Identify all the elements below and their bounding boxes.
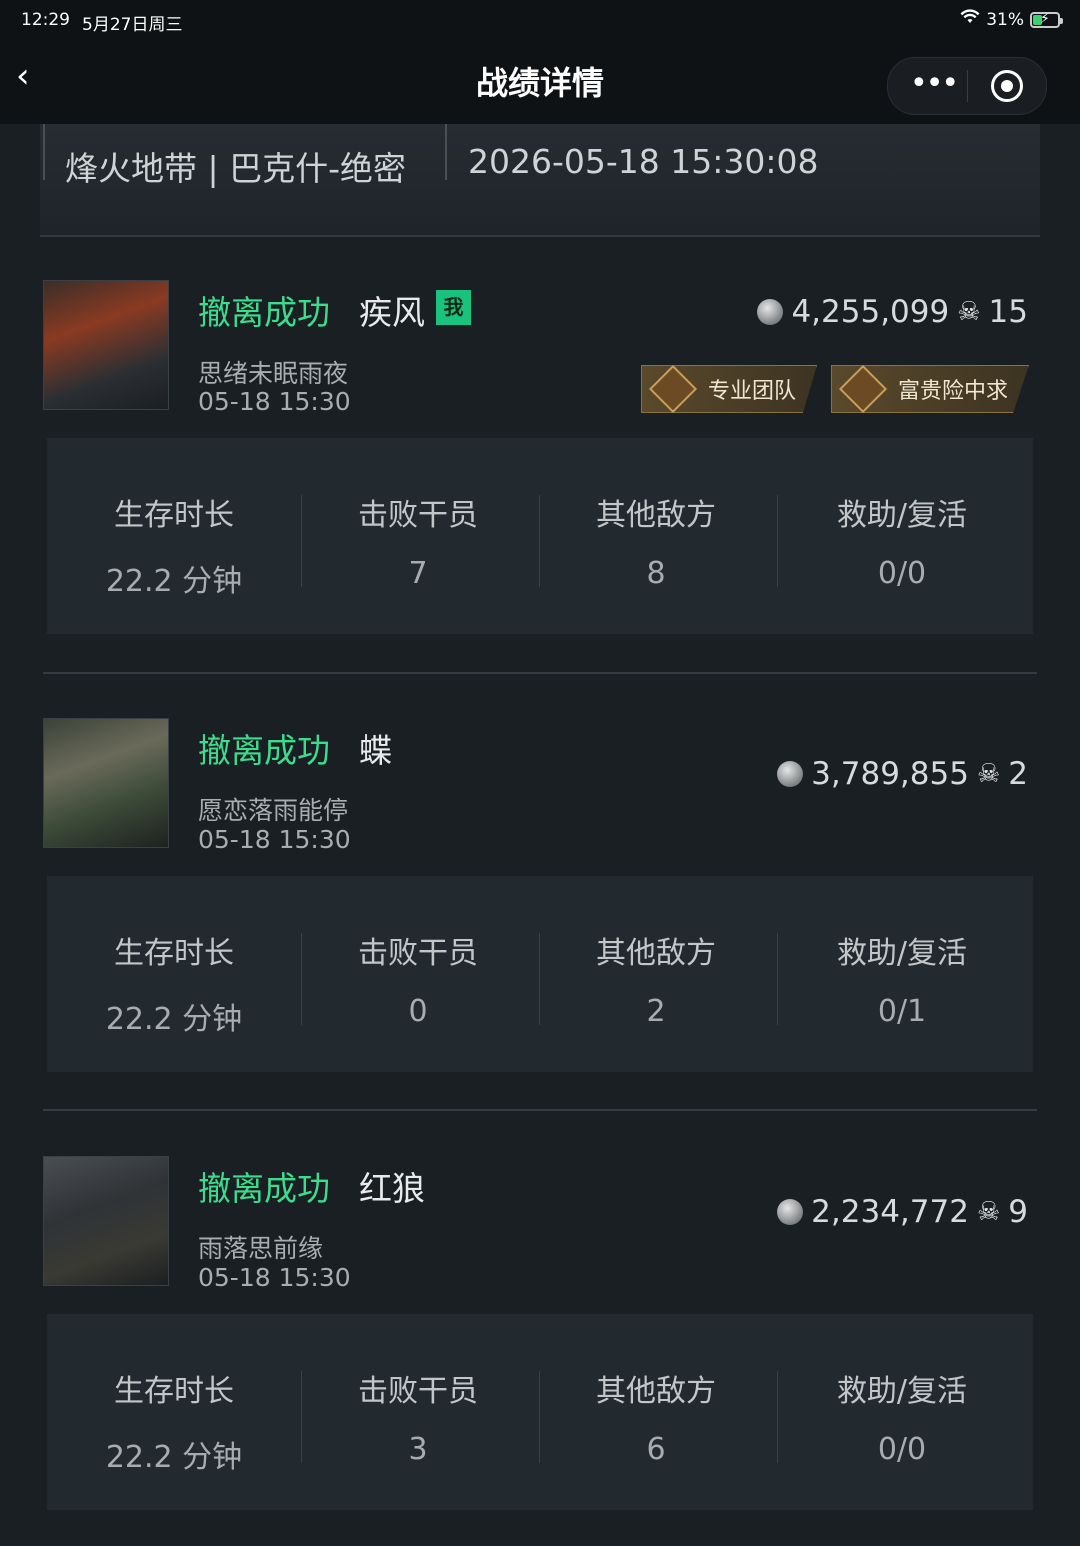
- badge-label: 专业团队: [707, 379, 796, 404]
- stat-label: 救助/复活: [836, 936, 968, 971]
- header-bar-left: [43, 124, 45, 180]
- battery-percent: 31%: [986, 9, 1024, 30]
- stat-label: 救助/复活: [836, 1374, 968, 1409]
- stat-value: 0/1: [877, 994, 927, 1029]
- stat-other-enemies: 其他敌方 8: [533, 438, 779, 634]
- status-date: 5月27日周三: [82, 15, 183, 35]
- stat-label: 其他敌方: [596, 498, 716, 533]
- coin-icon: [757, 299, 784, 325]
- stat-value: 8: [646, 556, 666, 591]
- stat-survival: 生存时长 22.2 分钟: [51, 438, 297, 634]
- stat-assist-revive: 救助/复活 0/1: [779, 876, 1025, 1072]
- stat-assist-revive: 救助/复活 0/0: [779, 1314, 1025, 1510]
- nav-bar: ‹ 战绩详情 •••: [0, 44, 1080, 124]
- capsule-divider: [967, 70, 968, 102]
- stat-divider: [777, 933, 778, 1025]
- stat-value: 3: [408, 1432, 428, 1467]
- player-score: 4,255,099 ☠ 15: [757, 294, 1028, 330]
- stat-value: 0/0: [877, 556, 927, 591]
- skull-icon: ☠: [976, 759, 1001, 789]
- header-bar-mid: [445, 124, 447, 180]
- player-time: 05-18 15:30: [198, 825, 351, 854]
- stat-label: 击败干员: [358, 936, 478, 971]
- stat-label: 生存时长: [114, 936, 234, 971]
- battery-icon: ⚡: [1030, 11, 1063, 28]
- skull-icon: ☠: [976, 1197, 1001, 1227]
- match-datetime: 2026-05-18 15:30:08: [468, 142, 819, 181]
- stat-value: 6: [646, 1432, 666, 1467]
- player-avatar: [43, 280, 169, 410]
- kill-count: 9: [1008, 1194, 1028, 1230]
- operator-name: 蝶: [359, 731, 392, 770]
- player-time: 05-18 15:30: [198, 387, 351, 416]
- section-divider: [43, 672, 1037, 674]
- player-score: 3,789,855 ☠ 2: [777, 756, 1028, 792]
- player-stats: 生存时长 22.2 分钟 击败干员 7 其他敌方 8 救助/复活 0/0: [47, 438, 1033, 634]
- status-bar: 12:29 5月27日周三 31% ⚡: [0, 0, 1080, 44]
- player-stats: 生存时长 22.2 分钟 击败干员 0 其他敌方 2 救助/复活 0/1: [47, 876, 1033, 1072]
- operator-name: 疾风: [359, 293, 425, 332]
- asset-value: 3,789,855: [811, 756, 969, 792]
- stat-divider: [777, 1371, 778, 1463]
- kill-count: 15: [988, 294, 1028, 330]
- stat-label: 生存时长: [114, 498, 234, 533]
- coin-icon: [777, 1199, 804, 1225]
- stat-label: 其他敌方: [596, 936, 716, 971]
- stat-other-enemies: 其他敌方 6: [533, 1314, 779, 1510]
- stat-value: 2: [646, 994, 666, 1029]
- stat-label: 击败干员: [358, 1374, 478, 1409]
- medal-icon: [648, 365, 698, 413]
- stat-divider: [777, 495, 778, 587]
- stat-operators-defeated: 击败干员 7: [295, 438, 541, 634]
- stat-label: 其他敌方: [596, 1374, 716, 1409]
- kill-count: 2: [1008, 756, 1028, 792]
- player-username: 思绪未眠雨夜: [198, 359, 349, 388]
- stat-value: 0: [408, 994, 428, 1029]
- badge-label: 富贵险中求: [897, 379, 1008, 404]
- extract-status: 撤离成功: [198, 293, 330, 332]
- more-icon[interactable]: •••: [910, 66, 959, 101]
- player-avatar: [43, 718, 169, 848]
- section-divider: [43, 1109, 1037, 1111]
- wifi-icon: [960, 9, 980, 30]
- player-username: 愿恋落雨能停: [198, 796, 349, 825]
- status-time: 12:29: [21, 10, 70, 30]
- match-header: 烽火地带 | 巴克什-绝密 2026-05-18 15:30:08: [40, 124, 1040, 237]
- stat-label: 击败干员: [358, 498, 478, 533]
- me-badge: 我: [436, 290, 471, 325]
- close-target-icon[interactable]: [991, 70, 1023, 102]
- player-time: 05-18 15:30: [198, 1263, 351, 1292]
- stat-value: 7: [408, 556, 428, 591]
- match-mode: 烽火地带 | 巴克什-绝密: [65, 149, 407, 188]
- badge-pro-team[interactable]: 专业团队: [640, 365, 817, 413]
- badge-fortune[interactable]: 富贵险中求: [830, 365, 1029, 413]
- medal-icon: [838, 365, 888, 413]
- asset-value: 2,234,772: [811, 1194, 969, 1230]
- stat-label: 救助/复活: [836, 498, 968, 533]
- extract-status: 撤离成功: [198, 731, 330, 770]
- stat-value: 22.2 分钟: [105, 1002, 243, 1037]
- stat-assist-revive: 救助/复活 0/0: [779, 438, 1025, 634]
- stat-survival: 生存时长 22.2 分钟: [51, 876, 297, 1072]
- player-stats: 生存时长 22.2 分钟 击败干员 3 其他敌方 6 救助/复活 0/0: [47, 1314, 1033, 1510]
- asset-value: 4,255,099: [791, 294, 950, 330]
- stat-operators-defeated: 击败干员 3: [295, 1314, 541, 1510]
- stat-value: 22.2 分钟: [105, 564, 243, 599]
- stat-operators-defeated: 击败干员 0: [295, 876, 541, 1072]
- stat-value: 0/0: [877, 1432, 927, 1467]
- achievement-badges: 专业团队 富贵险中求: [640, 365, 1029, 413]
- operator-name: 红狼: [359, 1169, 425, 1208]
- stat-other-enemies: 其他敌方 2: [533, 876, 779, 1072]
- player-username: 雨落思前缘: [198, 1234, 324, 1263]
- player-avatar: [43, 1156, 169, 1286]
- stat-label: 生存时长: [114, 1374, 234, 1409]
- stat-survival: 生存时长 22.2 分钟: [51, 1314, 297, 1510]
- skull-icon: ☠: [957, 297, 981, 327]
- miniprogram-capsule: •••: [887, 57, 1047, 115]
- player-score: 2,234,772 ☠ 9: [777, 1194, 1028, 1230]
- extract-status: 撤离成功: [198, 1169, 330, 1208]
- status-right: 31% ⚡: [960, 9, 1063, 30]
- coin-icon: [777, 761, 804, 787]
- stat-value: 22.2 分钟: [105, 1440, 243, 1475]
